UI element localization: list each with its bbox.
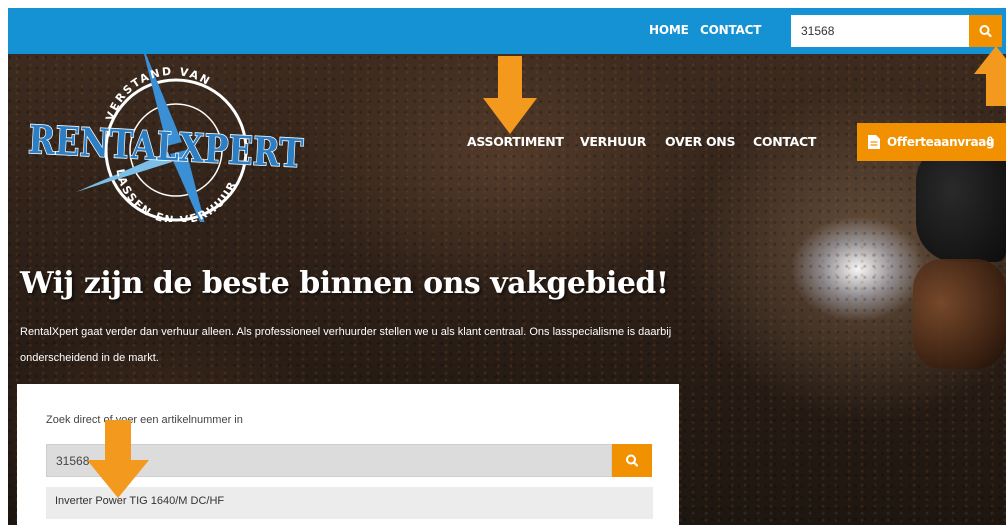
nav-verhuur[interactable]: VERHUUR	[580, 134, 646, 149]
document-icon	[868, 135, 880, 149]
top-link-contact[interactable]: CONTACT	[700, 23, 761, 37]
search-icon	[979, 25, 992, 38]
top-link-home[interactable]: HOME	[649, 23, 689, 37]
quote-request-label: Offerteaanvraag	[887, 135, 995, 149]
up-arrow-icon	[974, 46, 1006, 106]
top-search-input[interactable]	[791, 15, 969, 47]
quote-request-button[interactable]: Offerteaanvraag 0	[857, 123, 1006, 161]
down-arrow-icon	[87, 420, 149, 498]
nav-assortiment[interactable]: ASSORTIMENT	[467, 134, 564, 149]
rentalxpert-logo[interactable]: VERSTAND VAN LASSEN EN VERHUUR RENTALXPE…	[16, 54, 316, 222]
svg-text:LASSEN EN VERHUUR: LASSEN EN VERHUUR	[113, 168, 239, 222]
nav-contact[interactable]: CONTACT	[753, 134, 816, 149]
logo-ring-bottom: LASSEN EN VERHUUR	[113, 168, 237, 222]
logo-wordmark: RENTALXPERT	[27, 117, 304, 177]
hero-title: Wij zijn de beste binnen ons vakgebied!	[20, 266, 669, 301]
top-bar: HOME CONTACT	[8, 8, 1006, 54]
down-arrow-icon	[483, 56, 537, 134]
search-icon	[626, 454, 639, 467]
nav-over-ons[interactable]: OVER ONS	[665, 134, 735, 149]
quote-count-badge: 0	[987, 135, 994, 147]
welder-arm	[913, 259, 1006, 369]
hero-text: RentalXpert gaat verder dan verhuur alle…	[20, 326, 672, 364]
top-search-button[interactable]	[969, 15, 1002, 47]
article-search-button[interactable]	[612, 444, 652, 477]
